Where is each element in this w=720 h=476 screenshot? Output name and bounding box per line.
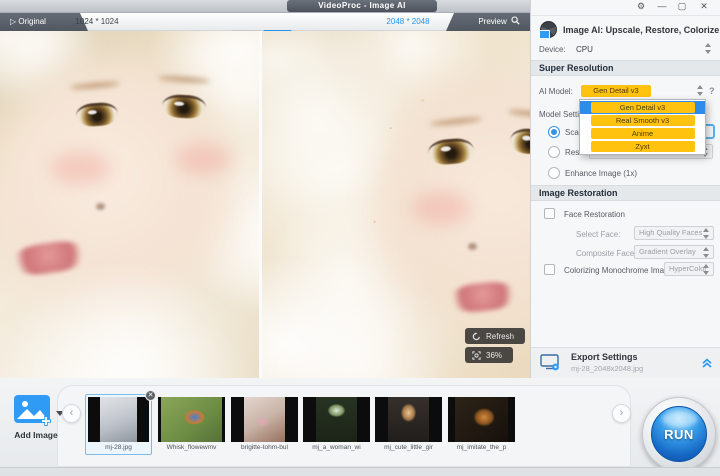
add-image-label[interactable]: Add Image [6,430,66,440]
zoom-level-button[interactable]: 36% [465,347,513,363]
device-spinner-icon[interactable] [705,43,712,54]
panel-title: Image AI: Upscale, Restore, Colorize [563,25,719,35]
magnifier-icon [511,16,520,25]
ai-model-spinner-icon[interactable] [697,85,704,96]
radio-resolution[interactable] [548,146,560,158]
super-resolution-section-header: Super Resolution [531,60,720,76]
run-button[interactable]: RUN [642,397,716,471]
thumbnail-image [244,397,286,442]
refresh-button[interactable]: Refresh [465,328,525,344]
thumbnail-caption: brigitte-tohm-bul [231,442,298,454]
gear-icon[interactable]: ⚙ [634,1,648,12]
run-button-label: RUN [651,406,707,462]
ai-model-option[interactable]: Zyxt [580,140,705,153]
select-face-spinner-icon [703,228,710,239]
ai-model-label: AI Model: [539,87,573,96]
tab-preview[interactable]: Preview [446,13,530,31]
scroll-right-button[interactable]: › [612,404,631,423]
minimize-button[interactable]: — [655,1,669,11]
refresh-label: Refresh [486,332,514,341]
expand-up-icon[interactable] [701,357,713,369]
composite-face-value: Gradient Overlay [639,247,696,256]
add-image-icon[interactable] [13,394,55,428]
original-tab-label: Original [18,17,46,26]
ai-model-option[interactable]: Gen Detail v3 [580,101,705,114]
scroll-left-button[interactable]: ‹ [62,404,81,423]
thumbnail-caption: mj_cute_little_gir [375,442,442,454]
thumbnail-caption: mj-28.jpg [88,442,149,454]
thumbnail-image [161,397,223,442]
image-restoration-section-header: Image Restoration [531,185,720,201]
select-face-label: Select Face: [576,230,620,239]
thumbnail-item[interactable]: brigitte-tohm-bul [231,397,298,454]
original-size-label: 1024 * 1024 [47,13,147,31]
ai-model-dropdown-list: Gen Detail v3 Real Smooth v3 Anime Zyxt [579,99,706,155]
help-icon[interactable]: ? [709,86,715,96]
thumbnail-image [388,397,430,442]
composite-face-dropdown[interactable]: Gradient Overlay [634,245,714,259]
window-title: VideoProc - Image AI [287,0,437,12]
status-strip [0,467,720,476]
close-button[interactable]: ✕ [697,1,711,12]
export-settings-card[interactable]: Export Settings mj-28_2048x2048.jpg [531,347,720,378]
radio-enhance[interactable] [548,167,560,179]
radio-enhance-label: Enhance Image (1x) [565,169,637,178]
composite-face-label: Composite Face: [576,249,636,258]
settings-panel: ⚙ — ▢ ✕ Image AI: Upscale, Restore, Colo… [530,0,720,378]
thumbnail-image [100,397,138,442]
colorize-dropdown[interactable]: HyperColor [664,262,714,276]
thumbnail-caption: mj_a_woman_wi [303,442,370,454]
play-icon: ▷ [10,17,16,26]
export-settings-title: Export Settings [571,352,638,362]
select-face-value: High Quality Faces [639,228,702,237]
device-value: CPU [576,45,593,54]
thumbnail-image [316,397,358,442]
videoproc-image-ai-window: VideoProc - Image AI ▷ Original 1024 * 1… [0,0,720,476]
ai-model-option[interactable]: Anime [580,127,705,140]
thumbnail-caption: Whisk_flowewmv [158,442,225,454]
original-image-pane[interactable] [0,31,259,378]
maximize-button[interactable]: ▢ [675,1,689,12]
device-label: Device: [539,45,566,54]
bottom-bar: Add Image ‹ ✕ mj-28.jpg Whisk_flowewmv b… [0,378,720,467]
ai-model-combobox[interactable]: Gen Detail v3 [581,85,651,97]
preview-tab-label: Preview [478,17,506,26]
thumbnail-image [455,397,509,442]
colorize-spinner-icon [703,264,710,275]
zoom-icon [472,351,481,360]
radio-scale[interactable] [548,126,560,138]
thumbnail-item[interactable]: Whisk_flowewmv [158,397,225,454]
colorize-label: Colorizing Monochrome Image: [564,266,675,275]
export-filename: mj-28_2048x2048.jpg [571,364,643,373]
export-settings-icon [540,354,562,372]
remove-thumbnail-icon[interactable]: ✕ [145,390,156,401]
composite-face-spinner-icon [703,247,710,258]
colorize-checkbox[interactable] [544,264,555,275]
thumbnail-caption: mj_imitate_the_p [448,442,515,454]
preview-compare-area: Refresh 36% [0,31,530,378]
upscaled-size-label: 2048 * 2048 [358,13,458,31]
thumbnail-item[interactable]: mj_imitate_the_p [448,397,515,454]
face-restoration-checkbox[interactable] [544,208,555,219]
preview-header: ▷ Original 1024 * 1024 2048 * 2048 Previ… [0,13,530,31]
thumbnail-item[interactable]: mj_cute_little_gir [375,397,442,454]
refresh-icon [472,332,481,341]
zoom-level-value: 36% [486,351,502,360]
select-face-dropdown[interactable]: High Quality Faces [634,226,714,240]
upscaled-image-pane[interactable] [262,31,530,378]
image-ai-app-icon [540,21,557,38]
ai-model-option[interactable]: Real Smooth v3 [580,114,705,127]
thumbnail-item[interactable]: ✕ mj-28.jpg [85,394,152,455]
face-restoration-label: Face Restoration [564,210,625,219]
thumbnail-item[interactable]: mj_a_woman_wi [303,397,370,454]
colorize-value: HyperColor [669,264,707,273]
